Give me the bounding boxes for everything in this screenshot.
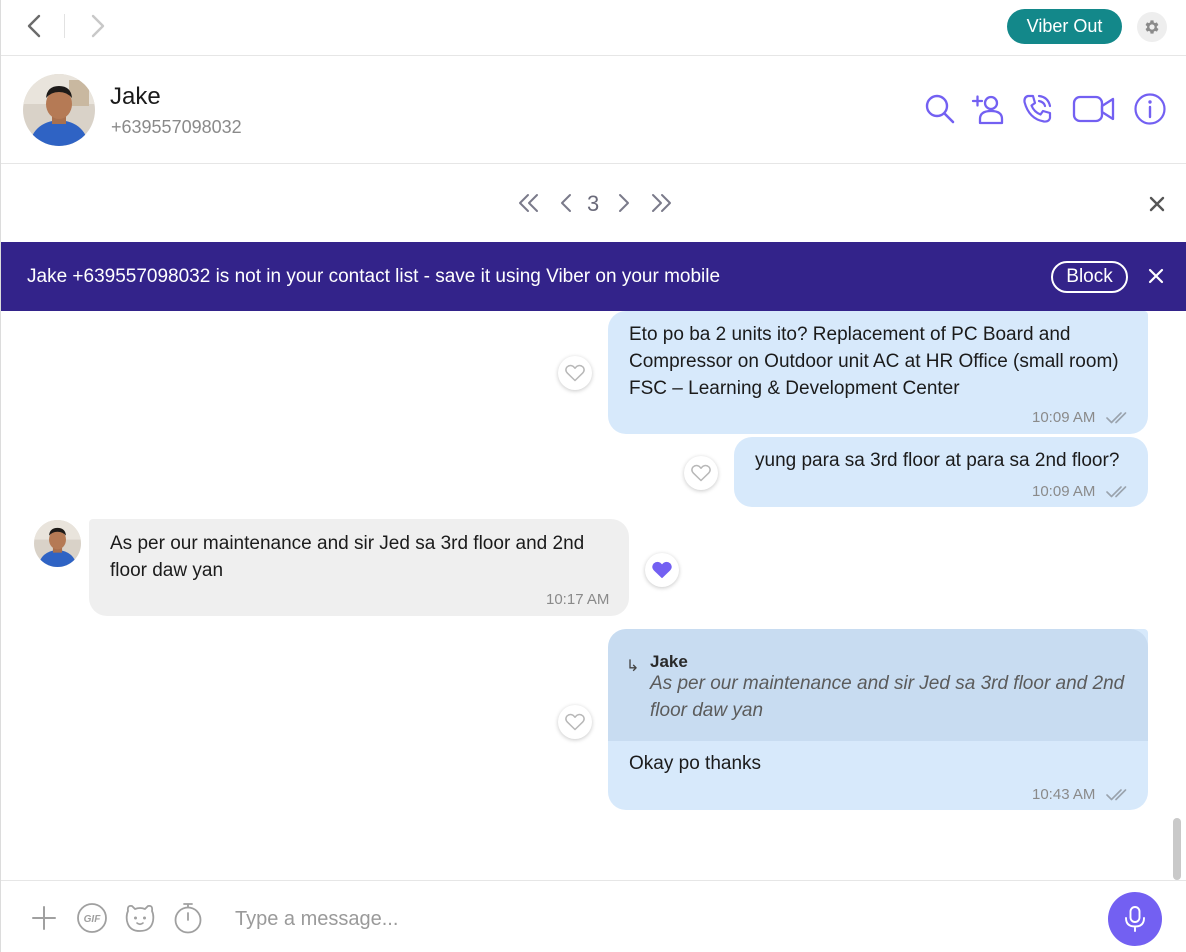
message-bubble-outgoing[interactable]: Eto po ba 2 units ito? Replacement of PC… [608,311,1148,434]
plus-icon[interactable] [27,901,61,935]
like-heart-icon[interactable] [558,356,592,390]
message-composer: GIF [1,880,1186,952]
read-ticks-icon [1106,480,1132,498]
quoted-text: As per our maintenance and sir Jed sa 3r… [650,673,1125,721]
forward-arrow-icon[interactable] [83,12,111,40]
top-bar: Viber Out [1,0,1186,56]
chat-window: Viber Out Jake +639557098032 3 Jake +639… [0,0,1186,952]
close-banner-icon[interactable] [1147,267,1165,285]
reply-arrow-icon: ↳ [626,658,640,675]
message-time: 10:09 AM [1032,409,1096,426]
like-heart-icon[interactable] [684,456,718,490]
liked-heart-icon[interactable] [645,553,679,587]
viber-out-button[interactable]: Viber Out [1007,9,1122,44]
read-ticks-icon [1106,406,1132,424]
voice-message-mic-icon[interactable] [1108,892,1162,946]
current-page-number: 3 [587,191,600,216]
gif-icon[interactable]: GIF [75,901,109,935]
add-contact-icon[interactable] [971,92,1005,126]
previous-page-icon[interactable] [559,190,575,216]
search-icon[interactable] [923,92,957,126]
messages-scrollbar[interactable] [1173,818,1181,880]
message-text: Okay po thanks [629,753,762,774]
next-page-icon[interactable] [615,190,631,216]
message-pager: 3 [1,164,1186,242]
timer-icon[interactable] [171,901,205,935]
contact-phone: +639557098032 [111,117,242,137]
quoted-message[interactable]: ↳ Jake As per our maintenance and sir Je… [608,629,1148,741]
contact-header: Jake +639557098032 [1,56,1186,164]
call-icon[interactable] [1020,92,1054,126]
nav-divider [64,14,65,38]
message-bubble-reply[interactable]: ↳ Jake As per our maintenance and sir Je… [608,629,1148,810]
svg-text:GIF: GIF [84,914,102,925]
video-call-icon[interactable] [1072,92,1116,126]
banner-message: Jake +639557098032 is not in your contac… [27,266,721,287]
settings-gear-icon[interactable] [1137,12,1167,42]
message-text: Eto po ba 2 units ito? Replacement of PC… [629,324,1119,399]
message-time: 10:43 AM [1032,786,1096,803]
sticker-icon[interactable] [123,901,157,935]
message-time: 10:17 AM [546,591,610,608]
read-ticks-icon [1106,783,1132,801]
info-icon[interactable] [1133,92,1167,126]
message-bubble-outgoing[interactable]: yung para sa 3rd floor at para sa 2nd fl… [734,437,1148,507]
last-page-icon[interactable] [649,190,673,216]
first-page-icon[interactable] [517,190,541,216]
block-button[interactable]: Block [1051,261,1128,293]
message-text: yung para sa 3rd floor at para sa 2nd fl… [755,450,1120,471]
message-time: 10:09 AM [1032,483,1096,500]
contact-name: Jake [110,83,161,110]
message-text: As per our maintenance and sir Jed sa 3r… [110,533,585,581]
contact-avatar[interactable] [23,74,95,146]
back-arrow-icon[interactable] [21,12,49,40]
unknown-contact-banner: Jake +639557098032 is not in your contac… [1,242,1186,311]
message-bubble-incoming[interactable]: As per our maintenance and sir Jed sa 3r… [89,519,629,616]
close-pager-icon[interactable] [1146,193,1168,215]
message-input[interactable] [235,903,1075,935]
sender-avatar[interactable] [34,520,81,567]
like-heart-icon[interactable] [558,705,592,739]
